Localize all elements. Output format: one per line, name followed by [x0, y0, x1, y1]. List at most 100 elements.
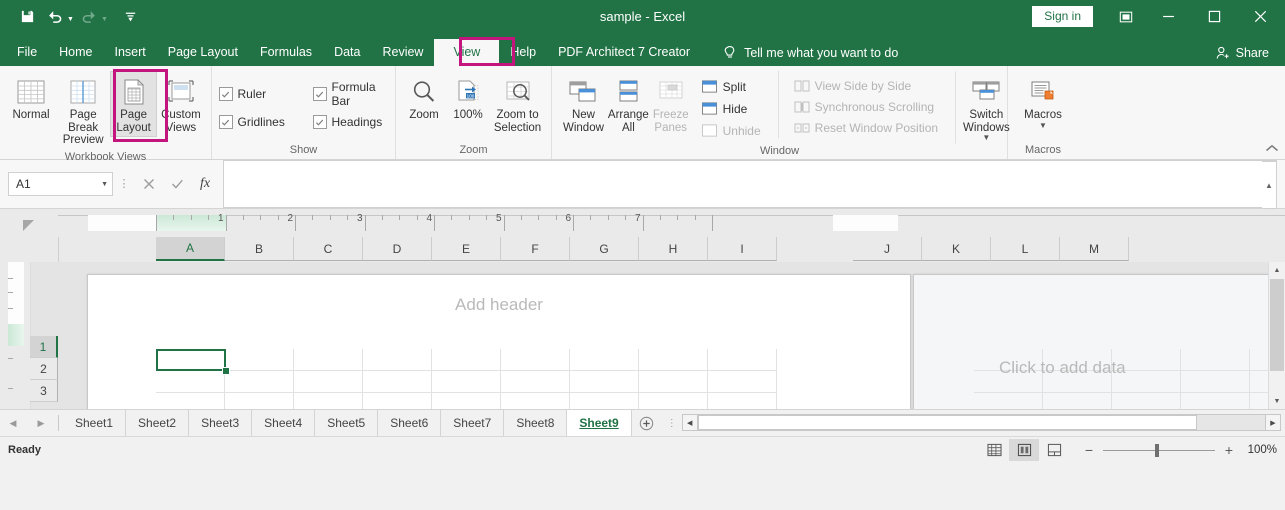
ribbon-display-options-icon[interactable]: [1107, 2, 1145, 32]
checkbox-gridlines[interactable]: Gridlines: [218, 115, 295, 129]
tab-data[interactable]: Data: [323, 39, 371, 66]
grid-cell[interactable]: [156, 393, 225, 409]
custom-views-button[interactable]: Custom Views: [157, 71, 205, 137]
column-header-h[interactable]: H: [639, 237, 708, 261]
column-header-k[interactable]: K: [922, 237, 991, 261]
sheet-tab-sheet1[interactable]: Sheet1: [63, 410, 127, 436]
sign-in-button[interactable]: Sign in: [1032, 6, 1093, 27]
tab-page-layout[interactable]: Page Layout: [157, 39, 249, 66]
grid-cell[interactable]: [708, 371, 777, 393]
active-cell-a1[interactable]: [156, 349, 226, 371]
add-sheet-icon[interactable]: [632, 410, 662, 436]
horizontal-ruler[interactable]: 1 2 3 4 5 6 7: [58, 209, 1285, 237]
macros-button[interactable]: Macros ▼: [1014, 71, 1072, 133]
grid-cell[interactable]: [570, 349, 639, 371]
chevron-down-icon[interactable]: ▼: [982, 134, 990, 142]
column-header-m[interactable]: M: [1060, 237, 1129, 261]
page-break-preview-button[interactable]: Page Break Preview: [56, 71, 110, 150]
page-layout-button[interactable]: Page Layout: [110, 71, 157, 137]
insert-function-icon[interactable]: fx: [191, 173, 219, 195]
checkbox-headings[interactable]: Headings: [312, 115, 389, 129]
grid-cell[interactable]: [639, 371, 708, 393]
maximize-icon[interactable]: [1191, 0, 1237, 33]
tab-formulas[interactable]: Formulas: [249, 39, 323, 66]
grid-cell[interactable]: [1181, 349, 1250, 371]
grid-cell[interactable]: [225, 371, 294, 393]
tab-help[interactable]: Help: [499, 39, 547, 66]
column-header-b[interactable]: B: [225, 237, 294, 261]
confirm-entry-icon[interactable]: [163, 173, 191, 195]
reset-window-position-button[interactable]: Reset Window Position: [790, 118, 944, 138]
checkbox-formula-bar[interactable]: Formula Bar: [312, 80, 389, 108]
name-box[interactable]: A1 ▼: [8, 172, 113, 196]
grid-cell[interactable]: [225, 349, 294, 371]
grid-cell[interactable]: [501, 349, 570, 371]
expand-formula-bar-icon[interactable]: ▲: [1262, 161, 1277, 209]
zoom-out-button[interactable]: −: [1083, 443, 1095, 457]
synchronous-scrolling-button[interactable]: Synchronous Scrolling: [790, 97, 944, 117]
collapse-ribbon-icon[interactable]: [1265, 143, 1279, 157]
close-icon[interactable]: [1237, 0, 1283, 33]
grid-cell[interactable]: [501, 393, 570, 409]
grid-cell[interactable]: [432, 393, 501, 409]
redo-icon[interactable]: [76, 5, 102, 29]
undo-icon[interactable]: [42, 5, 68, 29]
zoom-to-selection-button[interactable]: Zoom to Selection: [490, 71, 545, 137]
split-button[interactable]: Split: [697, 76, 767, 97]
grid-cell[interactable]: [639, 349, 708, 371]
tell-me-search[interactable]: Tell me what you want to do: [723, 39, 898, 66]
sheet-tab-sheet2[interactable]: Sheet2: [126, 410, 190, 436]
sheet-tab-sheet5[interactable]: Sheet5: [315, 410, 379, 436]
column-header-l[interactable]: L: [991, 237, 1060, 261]
arrange-all-button[interactable]: Arrange All: [606, 71, 651, 137]
share-button[interactable]: Share: [1215, 39, 1285, 66]
grid-cell[interactable]: [974, 393, 1043, 409]
sheet-bar-grip[interactable]: ⋮: [662, 410, 682, 436]
grid-cell[interactable]: [225, 393, 294, 409]
column-header-e[interactable]: E: [432, 237, 501, 261]
row-header-2[interactable]: 2: [30, 358, 58, 380]
next-sheet-icon[interactable]: ▶: [34, 418, 48, 429]
grid-cell[interactable]: [432, 371, 501, 393]
normal-view-button[interactable]: Normal: [6, 71, 56, 125]
checkbox-ruler[interactable]: Ruler: [218, 80, 295, 108]
horizontal-scrollbar[interactable]: ◀ ▶: [681, 410, 1285, 436]
grid-cell[interactable]: [294, 349, 363, 371]
freeze-panes-button[interactable]: Freeze Panes: [651, 71, 691, 137]
formula-input[interactable]: ▲: [223, 160, 1277, 209]
sheet-tab-sheet3[interactable]: Sheet3: [189, 410, 253, 436]
vertical-ruler[interactable]: [0, 262, 31, 409]
new-window-button[interactable]: New Window: [561, 71, 606, 137]
vertical-scroll-thumb[interactable]: [1270, 279, 1284, 371]
grid-cell[interactable]: [1181, 393, 1250, 409]
scroll-right-icon[interactable]: ▶: [1265, 414, 1281, 431]
grid-cell[interactable]: [570, 393, 639, 409]
grid-cell[interactable]: [363, 371, 432, 393]
add-data-placeholder[interactable]: Click to add data: [999, 358, 1126, 378]
formula-bar-grip[interactable]: ⋮: [113, 179, 135, 190]
sheet-tab-sheet9[interactable]: Sheet9: [567, 410, 632, 436]
scroll-up-icon[interactable]: ▲: [1269, 262, 1285, 278]
grid-cell[interactable]: [501, 371, 570, 393]
previous-sheet-icon[interactable]: ◀: [6, 418, 20, 429]
grid-cell[interactable]: [1043, 393, 1112, 409]
column-header-f[interactable]: F: [501, 237, 570, 261]
zoom-in-button[interactable]: +: [1223, 443, 1235, 457]
grid-cell[interactable]: [156, 371, 225, 393]
tab-pdf-architect-7-creator[interactable]: PDF Architect 7 Creator: [547, 39, 701, 66]
grid-cell[interactable]: [1181, 371, 1250, 393]
grid-cell[interactable]: [363, 349, 432, 371]
chevron-down-icon[interactable]: ▼: [101, 181, 108, 188]
scroll-left-icon[interactable]: ◀: [681, 414, 698, 431]
column-header-i[interactable]: I: [708, 237, 777, 261]
grid-cell[interactable]: [294, 371, 363, 393]
zoom-level-label[interactable]: 100%: [1243, 444, 1277, 456]
cancel-entry-icon[interactable]: [135, 173, 163, 195]
grid-cell[interactable]: [570, 371, 639, 393]
vertical-scrollbar[interactable]: ▲ ▼: [1268, 262, 1285, 409]
zoom-slider[interactable]: [1103, 443, 1215, 457]
horizontal-scroll-track[interactable]: [697, 414, 1265, 431]
fill-handle[interactable]: [222, 367, 230, 375]
select-all-corner-icon[interactable]: [0, 209, 58, 237]
page-header-placeholder[interactable]: Add header: [88, 275, 910, 335]
